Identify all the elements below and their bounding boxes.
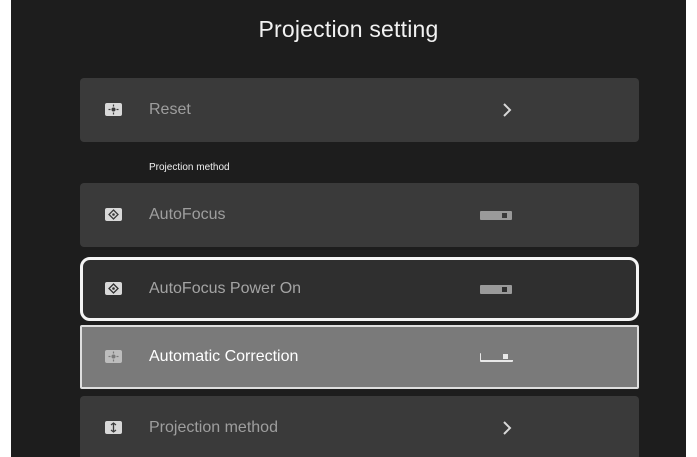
projection-method-label: Projection method	[149, 419, 278, 436]
projection-icon	[105, 421, 122, 434]
autofocus-power-on-row[interactable]: AutoFocus Power On	[80, 257, 639, 321]
autofocus-toggle[interactable]	[480, 211, 512, 220]
autofocus-power-on-toggle[interactable]	[480, 285, 512, 294]
section-label-projection-method: Projection method	[149, 162, 230, 173]
reset-label: Reset	[149, 101, 191, 118]
automatic-correction-label: Automatic Correction	[149, 348, 299, 365]
autofocus-row[interactable]: AutoFocus	[80, 183, 639, 247]
focus-icon	[105, 208, 122, 221]
toggle-knob	[503, 354, 508, 359]
toggle-knob	[502, 213, 507, 218]
autofocus-power-on-label: AutoFocus Power On	[149, 280, 302, 297]
focus-icon	[105, 282, 122, 295]
automatic-correction-toggle[interactable]	[480, 353, 513, 362]
chevron-right-icon	[503, 103, 512, 117]
automatic-correction-row[interactable]: Automatic Correction	[80, 325, 639, 389]
projection-settings-screen: Projection setting Reset Projection meth…	[11, 0, 686, 457]
projection-method-row[interactable]: Projection method	[80, 396, 639, 457]
autofocus-label: AutoFocus	[149, 206, 226, 223]
toggle-knob	[502, 287, 507, 292]
page-title: Projection setting	[258, 16, 439, 42]
target-icon	[105, 350, 122, 363]
reset-row[interactable]: Reset	[80, 78, 639, 142]
target-icon	[105, 103, 122, 116]
chevron-right-icon	[503, 421, 512, 435]
